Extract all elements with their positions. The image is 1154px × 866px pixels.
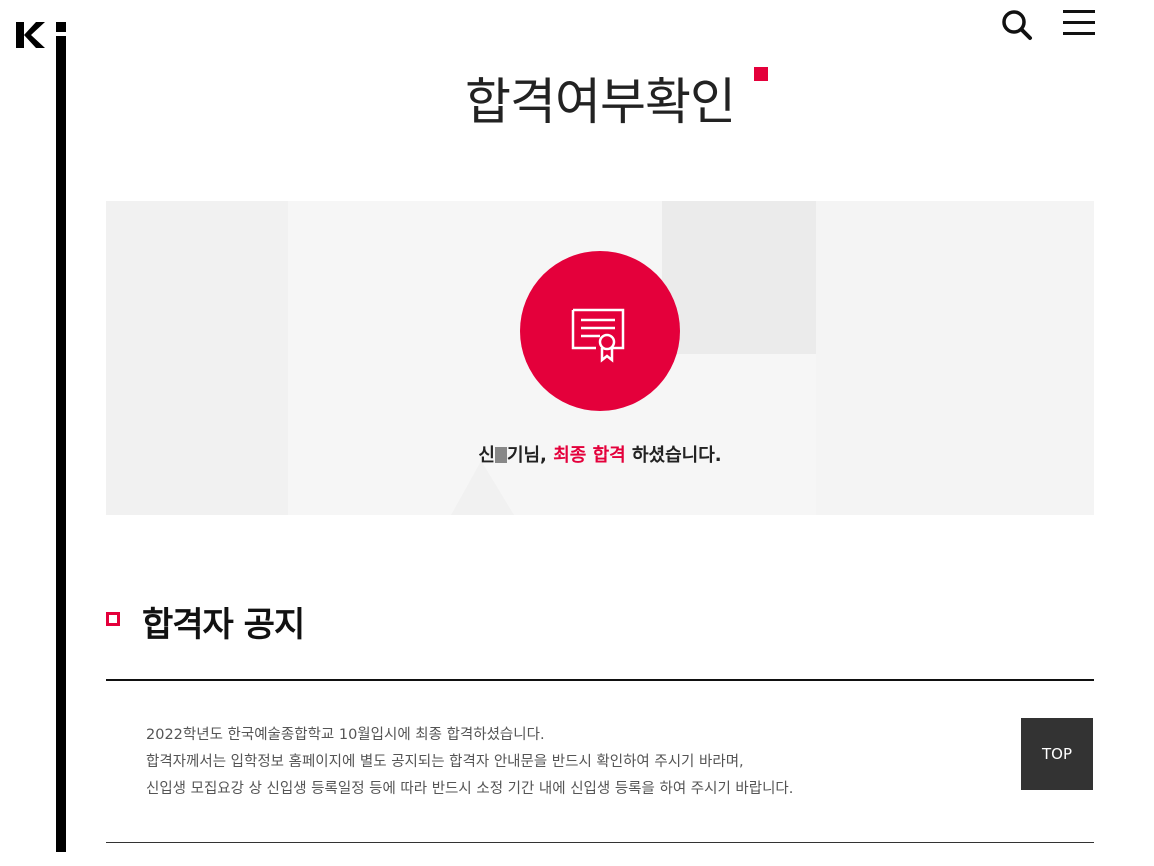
notice-line: 2022학년도 한국예술종합학교 10월입시에 최종 합격하셨습니다. (146, 727, 545, 743)
logo-dot (56, 22, 66, 32)
notice-line: 합격자께서는 입학정보 홈페이지에 별도 공지되는 합격자 안내문을 반드시 확… (146, 754, 744, 770)
logo-k-letter (16, 22, 45, 48)
section-top-divider (106, 679, 1094, 681)
logo-vertical-bar (56, 36, 66, 852)
section-accent-square (106, 612, 120, 626)
final-pass-highlight: 최종 합격 (553, 445, 626, 466)
applicant-name-prefix: 신 (478, 445, 495, 466)
applicant-name-suffix: 기님, (506, 445, 547, 466)
scroll-top-button[interactable]: TOP (1021, 718, 1093, 790)
result-message: 신 기님, 최종 합격 하셨습니다. (106, 441, 1094, 467)
result-panel: 신 기님, 최종 합격 하셨습니다. (106, 201, 1094, 515)
notice-section-title: 합격자 공지 (142, 605, 305, 645)
result-message-end: 하셨습니다. (631, 445, 722, 466)
certificate-badge (520, 251, 680, 411)
page-title: 합격여부확인 (465, 73, 736, 131)
menu-button[interactable] (1063, 10, 1095, 38)
notice-line: 신입생 모집요강 상 신입생 등록일정 등에 따라 반드시 소정 기간 내에 신… (146, 781, 794, 797)
certificate-icon (571, 308, 625, 363)
title-accent-square (754, 67, 768, 81)
name-redaction (494, 447, 507, 463)
hamburger-menu-icon (1063, 10, 1095, 35)
search-button[interactable] (1000, 8, 1034, 42)
notice-body: 2022학년도 한국예술종합학교 10월입시에 최종 합격하셨습니다. 합격자께… (146, 722, 793, 803)
search-icon (1002, 10, 1032, 40)
section-bottom-divider (106, 842, 1094, 843)
